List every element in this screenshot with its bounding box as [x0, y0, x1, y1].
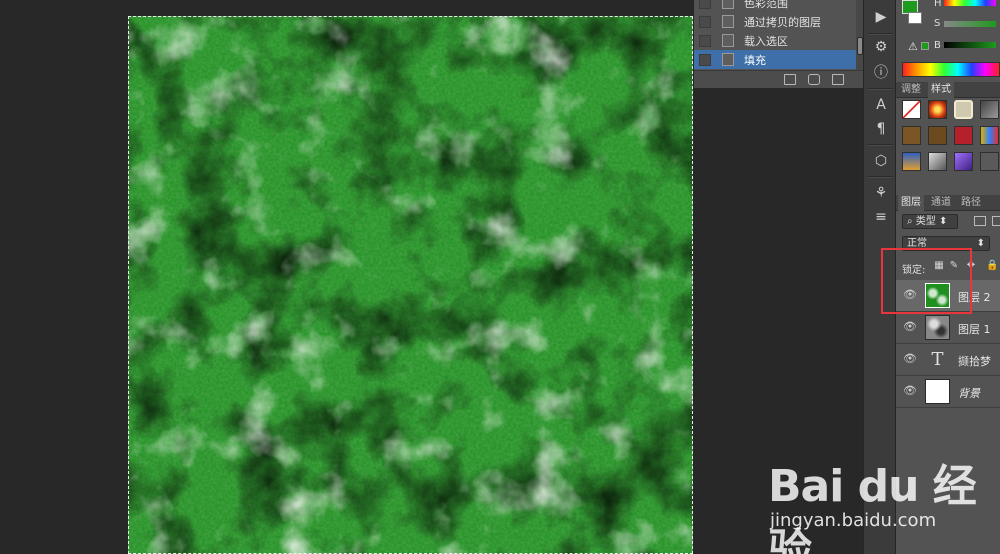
history-item[interactable]: 色彩范围: [694, 0, 856, 12]
color-ramp[interactable]: [902, 62, 1000, 77]
play-action-icon[interactable]: ▶: [872, 8, 890, 26]
tab-styles[interactable]: 样式: [928, 82, 954, 98]
tool-presets-icon[interactable]: ⚘: [872, 184, 890, 202]
style-swatch[interactable]: [980, 126, 999, 145]
style-swatch[interactable]: [954, 100, 973, 119]
brightness-slider[interactable]: [944, 42, 996, 48]
eye-icon[interactable]: 👁: [903, 321, 917, 332]
layer-thumbnail: [925, 315, 950, 340]
web-safe-swatch[interactable]: [921, 42, 929, 50]
brush-presets-icon[interactable]: ≡: [872, 208, 890, 226]
history-item-label: 色彩范围: [744, 0, 788, 10]
style-swatch[interactable]: [980, 152, 999, 171]
style-swatch[interactable]: [980, 100, 999, 119]
eye-icon[interactable]: 👁: [903, 385, 917, 396]
brightness-label: B: [934, 40, 941, 51]
history-item-label: 通过拷贝的图层: [744, 15, 821, 29]
strip-divider: [868, 144, 893, 146]
history-state-icon: [722, 34, 734, 47]
annotation-callout: [881, 248, 972, 314]
style-swatch[interactable]: [928, 152, 947, 171]
camera-snapshot-icon[interactable]: [808, 74, 820, 85]
layer-name[interactable]: 撷拾梦: [958, 353, 991, 369]
paragraph-icon[interactable]: ¶: [872, 120, 890, 138]
layer-name[interactable]: 图层 1: [958, 321, 991, 337]
history-state-icon: [722, 53, 734, 66]
layer-thumbnail: [925, 379, 950, 404]
style-swatch[interactable]: [954, 152, 973, 171]
new-document-from-state-icon[interactable]: [784, 74, 796, 85]
lock-all-icon[interactable]: 🔒: [986, 261, 998, 271]
history-checkbox[interactable]: [699, 34, 711, 47]
info-icon[interactable]: ⓘ: [872, 64, 890, 82]
saturation-slider[interactable]: [944, 21, 996, 27]
style-swatch[interactable]: [928, 126, 947, 145]
style-swatch[interactable]: [954, 126, 973, 145]
watermark: Bai du 经验 jingyan.baidu.com: [764, 446, 1000, 554]
layer-filter-row: ⌕ 类型 ⬍: [896, 211, 1000, 233]
tab-paths[interactable]: 路径: [958, 195, 984, 211]
styles-grid: [900, 98, 1000, 178]
style-swatch[interactable]: [902, 126, 921, 145]
watermark-url: jingyan.baidu.com: [770, 510, 937, 531]
saturation-label: S: [934, 18, 941, 29]
layers-tabbar: 图层 通道 路径: [896, 195, 1000, 211]
color-panel: H S B ⚠: [896, 0, 1000, 82]
strip-divider: [868, 176, 893, 178]
filter-pixel-icon[interactable]: [974, 216, 986, 226]
hue-label: H: [934, 0, 942, 9]
history-item-label: 填充: [744, 53, 766, 67]
warning-icon[interactable]: ⚠: [908, 40, 918, 53]
layer-filter-label: 类型: [915, 216, 936, 227]
text-layer-icon: T: [931, 349, 944, 370]
strip-divider: [868, 88, 893, 90]
actions-icon[interactable]: ⚙: [872, 38, 890, 56]
trash-icon[interactable]: [832, 74, 844, 85]
3d-icon[interactable]: ⬡: [872, 152, 890, 170]
photoshop-window: 色彩范围 通过拷贝的图层 载入选区 填充 ▶ ⚙ ⓘ A ¶ ⬡ ⚘ ≡ H S…: [0, 0, 1000, 554]
styles-tabbar: 调整 样式: [896, 82, 1000, 98]
style-swatch[interactable]: [928, 100, 947, 119]
watermark-brand: Bai du 经验: [768, 461, 977, 554]
document-canvas[interactable]: [128, 16, 693, 554]
history-state-icon: [722, 0, 734, 9]
history-footer: [694, 70, 864, 88]
canvas-workspace[interactable]: [0, 0, 693, 554]
history-item[interactable]: 载入选区: [694, 31, 856, 50]
chevron-down-icon: ⬍: [976, 238, 985, 249]
history-checkbox[interactable]: [699, 15, 711, 28]
hue-slider[interactable]: [944, 0, 996, 6]
tab-adjustments[interactable]: 调整: [898, 82, 924, 98]
tab-channels[interactable]: 通道: [928, 195, 954, 211]
history-panel: 色彩范围 通过拷贝的图层 载入选区 填充: [693, 0, 864, 88]
history-item[interactable]: 通过拷贝的图层: [694, 12, 856, 31]
style-swatch-none[interactable]: [902, 100, 921, 119]
character-icon[interactable]: A: [872, 96, 890, 114]
history-item-label: 载入选区: [744, 34, 788, 48]
eye-icon[interactable]: 👁: [903, 353, 917, 364]
background-color-swatch[interactable]: [908, 12, 922, 24]
strip-divider: [868, 33, 893, 35]
layer-row[interactable]: 👁 背景: [896, 376, 1000, 408]
layer-row[interactable]: 👁 图层 1: [896, 312, 1000, 344]
tab-layers[interactable]: 图层: [898, 195, 924, 211]
layer-name[interactable]: 背景: [958, 385, 980, 401]
style-swatch[interactable]: [902, 152, 921, 171]
layer-filter-select[interactable]: ⌕ 类型 ⬍: [902, 214, 958, 229]
history-item-active[interactable]: 填充: [694, 50, 856, 69]
layer-row[interactable]: 👁 T 撷拾梦: [896, 344, 1000, 376]
history-checkbox[interactable]: [699, 0, 711, 9]
history-state-icon: [722, 15, 734, 28]
history-checkbox[interactable]: [699, 53, 711, 66]
filter-adjust-icon[interactable]: [992, 216, 1000, 226]
texture-image: [128, 16, 693, 554]
